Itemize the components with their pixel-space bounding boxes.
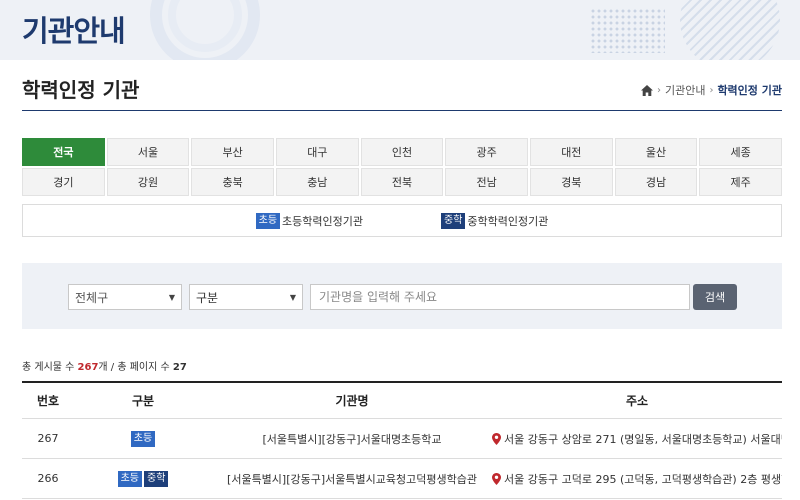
- institution-table: 번호 구분 기관명 주소 267 초등 [서울특별시][강동구]서울대명초등학교 서울…: [22, 381, 782, 499]
- region-tab[interactable]: 인천: [360, 138, 444, 166]
- breadcrumb-separator: ›: [656, 84, 661, 96]
- region-tab[interactable]: 전북: [360, 168, 444, 196]
- total-posts: 267: [77, 362, 99, 373]
- region-tab[interactable]: 울산: [614, 138, 698, 166]
- region-tab[interactable]: 세종: [699, 138, 782, 166]
- type-legend: 초등 초등학력인정기관 중학 중학학력인정기관: [22, 204, 782, 237]
- row-address: 서울 강동구 상암로 271 (명일동, 서울대명초등학교) 서울대명초등학교: [492, 431, 782, 447]
- region-tab[interactable]: 부산: [191, 138, 274, 166]
- home-icon[interactable]: [640, 84, 653, 96]
- region-tab[interactable]: 강원: [106, 168, 190, 196]
- region-tab[interactable]: 경기: [22, 168, 105, 196]
- region-tab[interactable]: 대전: [529, 138, 613, 166]
- region-tab[interactable]: 경남: [614, 168, 698, 196]
- decorative-stripes: [680, 0, 780, 60]
- table-row[interactable]: 267 초등 [서울특별시][강동구]서울대명초등학교 서울 강동구 상암로 271 …: [22, 419, 782, 459]
- page-title: 학력인정 기관: [22, 78, 140, 102]
- region-filter-grid: 전국 서울 부산 대구 인천 광주 대전 울산 세종경기 강원 충북 충남 전북 전남 경북 경남 제주: [22, 138, 782, 196]
- map-pin-icon: [492, 472, 501, 485]
- type-select-value: 구분: [196, 290, 219, 305]
- row-type: 초등 중학: [74, 470, 212, 487]
- district-select[interactable]: 전체구 ▼: [68, 284, 182, 310]
- col-header-number: 번호: [36, 394, 60, 408]
- row-number: 267: [37, 432, 59, 445]
- breadcrumb-current[interactable]: 학력인정 기관: [717, 82, 782, 98]
- breadcrumb-item[interactable]: 기관안내: [665, 82, 705, 98]
- legend-middle: 중학 중학학력인정기관: [441, 212, 549, 229]
- elementary-badge: 초등: [255, 212, 281, 229]
- count-prefix: 총 게시물 수: [22, 362, 78, 373]
- map-pin-icon: [492, 432, 501, 445]
- legend-elementary-label: 초등학력인정기관: [282, 214, 363, 228]
- decorative-dots: [590, 8, 665, 53]
- col-header-name: 기관명: [335, 394, 369, 408]
- institution-name-link[interactable]: [서울특별시][강동구]서울특별시교육청고덕평생학습관: [212, 471, 492, 487]
- table-body: 267 초등 [서울특별시][강동구]서울대명초등학교 서울 강동구 상암로 271 …: [22, 419, 782, 499]
- region-tab[interactable]: 전남: [445, 168, 528, 196]
- row-address: 서울 강동구 고덕로 295 (고덕동, 고덕평생학습관) 2층 평생학습관: [492, 471, 782, 487]
- district-select-value: 전체구: [75, 290, 109, 305]
- breadcrumb: › 기관안내 › 학력인정 기관: [640, 82, 782, 98]
- address-text: 서울 강동구 상암로 271 (명일동, 서울대명초등학교) 서울대명초등학교: [504, 432, 782, 446]
- row-type: 초등: [74, 430, 212, 447]
- region-tab[interactable]: 서울: [106, 138, 190, 166]
- elementary-badge: 초등: [117, 470, 142, 487]
- elementary-badge: 초등: [130, 430, 156, 447]
- row-number: 266: [37, 472, 59, 485]
- search-panel: 전체구 ▼ 구분 ▼ 검색: [22, 263, 782, 329]
- region-tab[interactable]: 충북: [191, 168, 274, 196]
- total-pages: 27: [172, 362, 187, 373]
- region-tab[interactable]: 충남: [275, 168, 359, 196]
- col-header-address: 주소: [625, 394, 649, 408]
- institution-search-input[interactable]: [310, 284, 690, 310]
- region-tab[interactable]: 광주: [445, 138, 528, 166]
- col-header-type: 구분: [131, 394, 155, 408]
- region-tab[interactable]: 대구: [275, 138, 359, 166]
- type-select[interactable]: 구분 ▼: [189, 284, 303, 310]
- middle-badge: 중학: [144, 470, 169, 487]
- table-row[interactable]: 266 초등 중학 [서울특별시][강동구]서울특별시교육청고덕평생학습관 서울 강동구…: [22, 459, 782, 499]
- legend-middle-label: 중학학력인정기관: [467, 214, 549, 228]
- hero-banner: 기관안내: [0, 0, 800, 60]
- middle-badge: 중학: [441, 212, 466, 229]
- hero-title: 기관안내: [22, 14, 126, 48]
- count-mid: 개 / 총 페이지 수: [98, 362, 173, 373]
- breadcrumb-separator: ›: [709, 84, 714, 96]
- region-tab[interactable]: 제주: [699, 168, 782, 196]
- region-tab[interactable]: 경북: [529, 168, 613, 196]
- title-divider: [22, 110, 782, 111]
- table-header-row: 번호 구분 기관명 주소: [22, 383, 782, 419]
- chevron-down-icon: ▼: [168, 292, 175, 302]
- region-tab[interactable]: 전국: [22, 138, 105, 166]
- result-count: 총 게시물 수 267개 / 총 페이지 수 27: [22, 358, 187, 373]
- institution-name-link[interactable]: [서울특별시][강동구]서울대명초등학교: [212, 431, 492, 447]
- search-button[interactable]: 검색: [693, 284, 737, 310]
- address-text: 서울 강동구 고덕로 295 (고덕동, 고덕평생학습관) 2층 평생학습관: [504, 472, 782, 486]
- legend-elementary: 초등 초등학력인정기관: [255, 212, 363, 229]
- chevron-down-icon: ▼: [289, 292, 296, 302]
